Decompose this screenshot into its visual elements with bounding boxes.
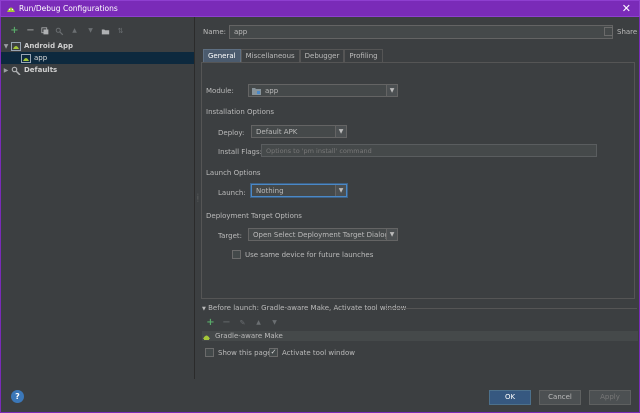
move-down-icon[interactable]: ▼ [269, 317, 280, 328]
ok-button[interactable]: OK [489, 390, 531, 405]
copy-icon[interactable] [41, 26, 50, 36]
chevron-down-icon: ▼ [386, 85, 397, 96]
title-bar: Run/Debug Configurations ✕ [0, 0, 640, 17]
module-folder-icon [252, 88, 261, 95]
installation-options-heading: Installation Options [206, 108, 275, 116]
chevron-right-icon[interactable]: ▶ [1, 67, 11, 74]
show-this-page-label: Show this page [218, 349, 272, 357]
edit-icon[interactable]: ✎ [237, 317, 248, 328]
target-select[interactable]: Open Select Deployment Target Dialog ▼ [248, 228, 398, 241]
target-label: Target: [218, 232, 243, 240]
list-item[interactable]: Gradle-aware Make [202, 331, 283, 341]
share-checkbox[interactable] [604, 27, 613, 36]
install-flags-label: Install Flags: [218, 148, 263, 156]
apply-button[interactable]: Apply [589, 390, 631, 405]
tab-profiling[interactable]: Profiling [344, 49, 383, 62]
tree-item-label: app [34, 54, 48, 62]
general-tab-panel: Module: app ▼ Installation Options Deplo… [201, 62, 635, 299]
tree-item-app[interactable]: app [1, 52, 194, 64]
tab-bar: General Miscellaneous Debugger Profiling [203, 49, 383, 62]
module-label: Module: [206, 87, 234, 95]
tree-item-defaults[interactable]: ▶ Defaults [1, 64, 194, 76]
show-this-page-checkbox[interactable] [205, 348, 214, 357]
configuration-editor: Name: app Share General Miscellaneous De… [198, 17, 640, 379]
android-icon [203, 335, 210, 340]
tab-general[interactable]: General [203, 49, 241, 62]
chevron-down-icon[interactable]: ▼ [1, 43, 11, 50]
before-launch-label: Before launch: Gradle-aware Make, Activa… [208, 304, 407, 312]
name-label: Name: [203, 28, 227, 36]
target-value: Open Select Deployment Target Dialog [253, 231, 389, 239]
remove-icon[interactable]: − [25, 26, 36, 37]
deploy-value: Default APK [256, 128, 298, 136]
same-device-checkbox[interactable] [232, 250, 241, 259]
launch-label: Launch: [218, 189, 246, 197]
move-up-icon[interactable]: ▲ [69, 26, 80, 37]
launch-select[interactable]: Nothing ▼ [251, 184, 347, 197]
move-down-icon[interactable]: ▼ [85, 26, 96, 37]
android-icon [11, 41, 21, 51]
chevron-down-icon: ▼ [335, 185, 346, 196]
tree-item-label: Android App [24, 42, 73, 50]
tab-debugger[interactable]: Debugger [299, 49, 345, 62]
android-studio-icon [7, 7, 15, 12]
cancel-button[interactable]: Cancel [539, 390, 581, 405]
move-up-icon[interactable]: ▲ [253, 317, 264, 328]
folder-icon[interactable] [101, 27, 110, 36]
configurations-panel: + − ▲ ▼ ⇅ ▼ Android App app ▶ Defaults [1, 17, 195, 379]
share-label: Share [617, 28, 638, 36]
list-item-label: Gradle-aware Make [215, 332, 283, 340]
module-value: app [265, 87, 279, 95]
tab-miscellaneous[interactable]: Miscellaneous [240, 49, 300, 62]
dialog-buttons: ? OK Cancel Apply [1, 379, 640, 413]
chevron-down-icon: ▼ [202, 306, 206, 312]
chevron-down-icon: ▼ [335, 126, 346, 137]
tree-item-label: Defaults [24, 66, 58, 74]
configurations-tree: ▼ Android App app ▶ Defaults [1, 40, 194, 76]
tree-item-android-app[interactable]: ▼ Android App [1, 40, 194, 52]
before-launch-header[interactable]: ▼ Before launch: Gradle-aware Make, Acti… [202, 304, 406, 312]
launch-value: Nothing [256, 187, 284, 195]
activate-tool-window-checkbox[interactable]: ✓ [269, 348, 278, 357]
wrench-icon [11, 66, 21, 75]
wrench-icon[interactable] [55, 27, 64, 36]
remove-icon[interactable]: − [221, 317, 232, 328]
add-icon[interactable]: + [205, 317, 216, 328]
launch-options-heading: Launch Options [206, 169, 261, 177]
chevron-down-icon: ▼ [386, 229, 397, 240]
android-icon [21, 53, 31, 63]
install-flags-field[interactable]: Options to 'pm install' command [261, 144, 597, 157]
close-icon[interactable]: ✕ [622, 2, 631, 16]
deployment-target-options-heading: Deployment Target Options [206, 212, 302, 220]
deploy-select[interactable]: Default APK ▼ [251, 125, 347, 138]
help-button[interactable]: ? [11, 390, 24, 403]
before-launch-toolbar: + − ✎ ▲ ▼ [205, 317, 280, 328]
add-icon[interactable]: + [9, 26, 20, 37]
activate-tool-window-label: Activate tool window [282, 349, 355, 357]
module-select[interactable]: app ▼ [248, 84, 398, 97]
configurations-toolbar: + − ▲ ▼ ⇅ [9, 25, 126, 37]
sort-icon[interactable]: ⇅ [115, 26, 126, 37]
name-field[interactable]: app [229, 25, 613, 39]
divider [385, 308, 637, 309]
deploy-label: Deploy: [218, 129, 245, 137]
same-device-label: Use same device for future launches [245, 251, 374, 259]
dialog: + − ▲ ▼ ⇅ ▼ Android App app ▶ Defaults ⋮… [0, 17, 640, 413]
window-title: Run/Debug Configurations [19, 4, 118, 13]
